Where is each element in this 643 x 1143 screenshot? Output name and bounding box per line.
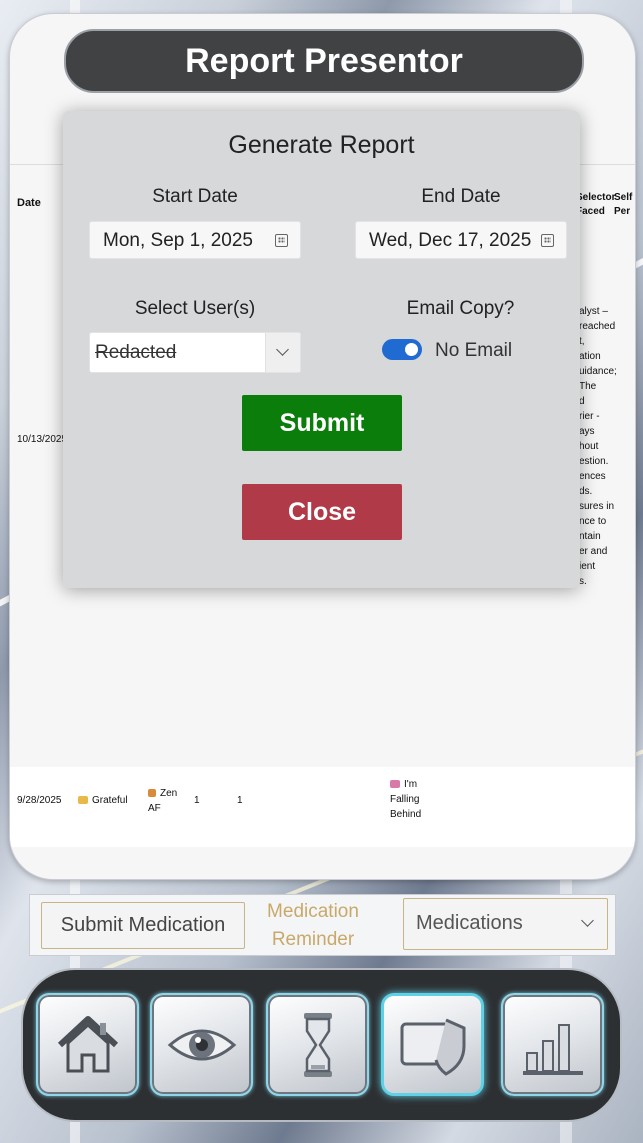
column-header-self: Self Per xyxy=(614,192,633,217)
row2-value-2: 1 xyxy=(237,795,243,806)
row1-note-line: hout xyxy=(579,441,599,452)
reminder-line-2: Reminder xyxy=(271,929,355,950)
dropdown-toggle[interactable] xyxy=(265,333,300,372)
row1-note-line: t, xyxy=(579,336,585,347)
medication-reminder-link[interactable]: Medication Reminder xyxy=(258,898,368,954)
calendar-icon[interactable] xyxy=(275,234,288,247)
row2-activity: Zen AF xyxy=(148,786,188,816)
close-button[interactable]: Close xyxy=(242,484,402,540)
email-toggle-label: No Email xyxy=(435,340,513,361)
email-copy-toggle[interactable] xyxy=(382,339,422,360)
row2-value-1: 1 xyxy=(194,795,200,806)
end-date-value: Wed, Dec 17, 2025 xyxy=(369,230,532,251)
row1-note-line: er and xyxy=(579,546,608,557)
row1-note-line: ntain xyxy=(579,531,601,542)
row1-date: 10/13/2025 xyxy=(17,434,68,445)
nav-stats-button[interactable] xyxy=(501,993,604,1096)
medication-bar: Submit Medication Medication Reminder Me… xyxy=(29,894,616,956)
row2-mood: Grateful xyxy=(78,793,128,808)
meditation-emoji-icon xyxy=(148,789,156,798)
chevron-down-icon xyxy=(581,914,594,927)
generate-report-dialog: Generate Report Start Date Mon, Sep 1, 2… xyxy=(63,111,580,588)
grateful-emoji-icon xyxy=(78,796,88,805)
row1-note-line: ays xyxy=(579,426,595,437)
select-users-value: Redacted xyxy=(95,342,177,363)
row1-note-line: rier - xyxy=(579,411,600,422)
chevron-down-icon xyxy=(276,343,289,356)
calendar-icon[interactable] xyxy=(541,234,554,247)
eye-icon xyxy=(167,1029,237,1061)
submit-button[interactable]: Submit xyxy=(242,395,402,451)
row1-note-line: alyst – xyxy=(579,306,608,317)
submit-medication-button[interactable]: Submit Medication xyxy=(41,902,245,949)
row1-note-line: uidance; xyxy=(579,366,617,377)
home-icon xyxy=(57,1016,119,1073)
row1-note-line: The xyxy=(579,381,597,392)
row2-date: 9/28/2025 xyxy=(17,795,62,806)
start-date-label: Start Date xyxy=(152,186,238,207)
row2-mood-label: Grateful xyxy=(92,795,128,806)
page-title: Report Presentor xyxy=(64,29,584,93)
row1-note-line: ds. xyxy=(579,486,593,497)
row1-note-line: sures in xyxy=(579,501,615,512)
end-date-picker[interactable]: Wed, Dec 17, 2025 xyxy=(355,221,567,259)
end-date-label: End Date xyxy=(421,186,501,207)
nav-history-button[interactable] xyxy=(266,993,369,1096)
start-date-value: Mon, Sep 1, 2025 xyxy=(103,230,253,251)
reminder-line-1: Medication xyxy=(267,901,359,922)
row1-note-line: ences xyxy=(579,471,606,482)
row1-note-line: estion. xyxy=(579,456,609,467)
select-users-dropdown[interactable]: Redacted xyxy=(89,332,301,373)
bar-chart-icon xyxy=(523,1024,583,1075)
start-date-picker[interactable]: Mon, Sep 1, 2025 xyxy=(89,221,301,259)
row1-note-line: s. xyxy=(579,576,587,587)
column-header-date: Date xyxy=(17,197,41,209)
row1-note-line: reached xyxy=(579,321,616,332)
row2-status: I'm Falling Behind xyxy=(390,777,438,822)
nav-reports-button[interactable] xyxy=(381,993,484,1096)
dialog-title: Generate Report xyxy=(228,131,415,159)
row1-note-line: ation xyxy=(579,351,601,362)
row1-notes: alyst – reached t, ation uidance; The d rier - a… xyxy=(579,304,635,589)
select-users-label: Select User(s) xyxy=(134,298,256,319)
shield-card-icon xyxy=(400,1018,466,1076)
email-copy-label: Email Copy? xyxy=(406,298,515,319)
bottom-navigation xyxy=(23,970,620,1120)
medications-dropdown-value: Medications xyxy=(416,912,523,934)
nav-view-button[interactable] xyxy=(150,993,253,1096)
row1-note-line: d xyxy=(579,396,585,407)
medications-dropdown[interactable]: Medications xyxy=(403,898,608,950)
hourglass-icon xyxy=(304,1013,332,1077)
row1-note-line: ient xyxy=(579,561,596,572)
status-emoji-icon xyxy=(390,780,400,789)
toggle-knob xyxy=(405,343,418,356)
row1-note-line: nce to xyxy=(579,516,607,527)
nav-home-button[interactable] xyxy=(36,993,139,1096)
column-header-selector: Selector Faced xyxy=(576,192,616,217)
